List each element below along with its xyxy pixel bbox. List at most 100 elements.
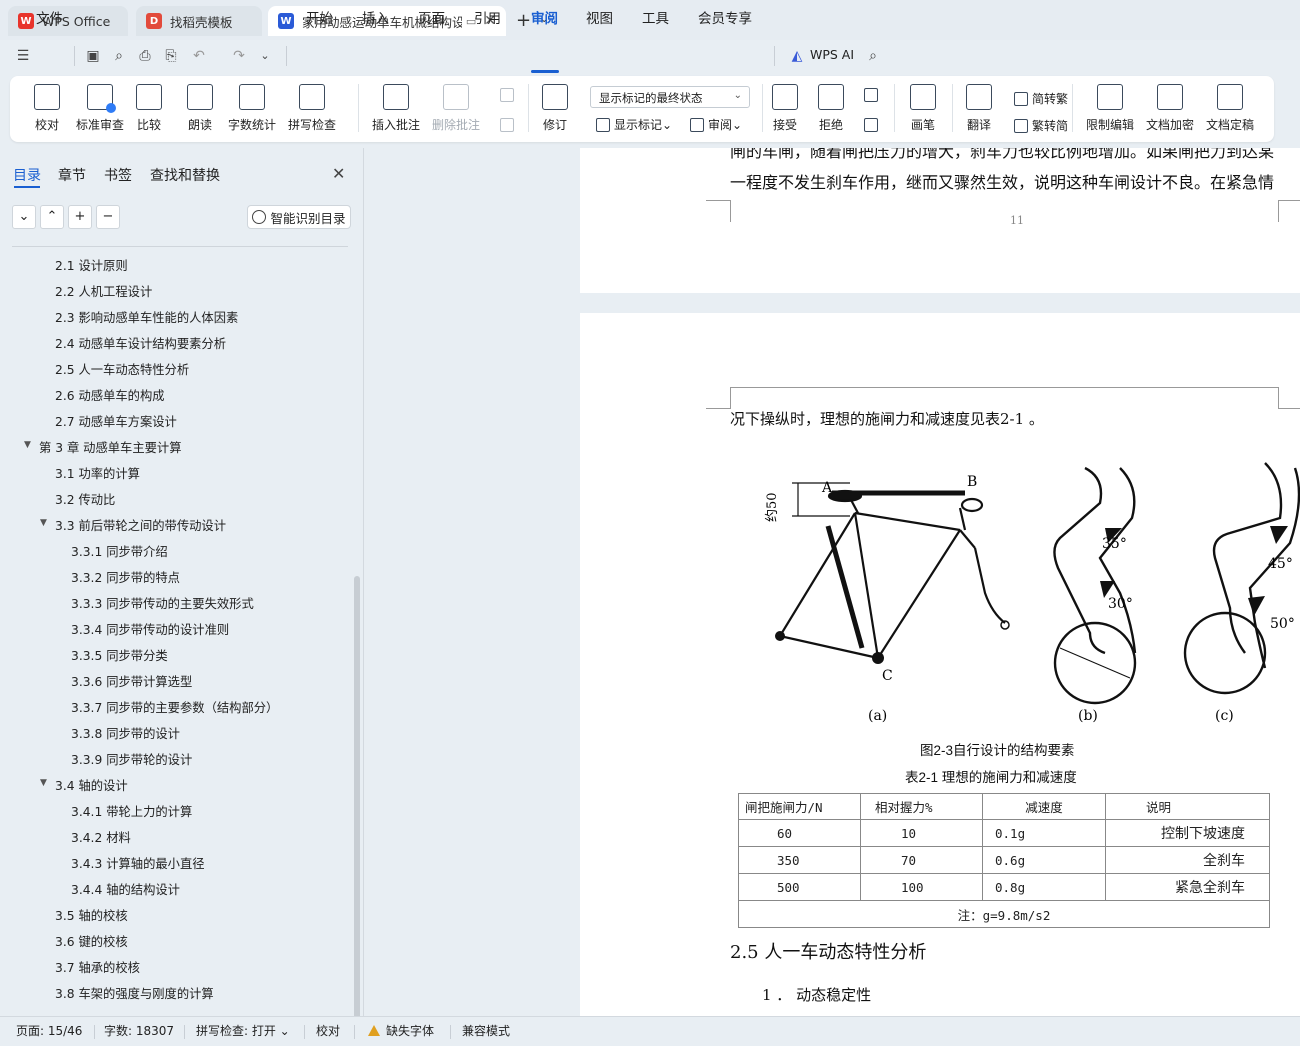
translate-button[interactable]: 翻译 — [966, 84, 992, 133]
toc-item[interactable]: 3.8 车架的强度与刚度的计算 — [55, 984, 214, 1002]
search-icon[interactable]: ⌕ — [864, 47, 882, 65]
print-icon[interactable]: ⎙ — [136, 47, 154, 65]
menu-view[interactable]: 视图 — [586, 7, 613, 27]
toc-item[interactable]: 2.4 动感单车设计结构要素分析 — [55, 334, 226, 352]
toc-item[interactable]: 3.6 键的校核 — [55, 932, 128, 950]
toc-item[interactable]: 2.3 影响动感单车性能的人体因素 — [55, 308, 238, 326]
print-preview-icon[interactable]: ⎘ — [162, 47, 180, 65]
tab-wps-office[interactable]: W WPS Office — [8, 6, 128, 36]
redo-icon[interactable]: ↷ — [230, 47, 248, 65]
menu-page[interactable]: 页面 — [418, 7, 445, 27]
status-compat-mode[interactable]: 兼容模式 — [462, 1022, 510, 1039]
expand-down-button[interactable]: ⌄ — [12, 205, 36, 229]
toc-item[interactable]: 2.1 设计原则 — [55, 256, 128, 274]
collapse-toggle-icon[interactable]: ▼ — [40, 778, 47, 788]
toc-item[interactable]: 3.4 轴的设计 — [55, 776, 128, 794]
read-aloud-button[interactable]: 朗读 — [187, 84, 213, 133]
doc-encrypt-button[interactable]: 文档加密 — [1146, 84, 1194, 133]
accept-button[interactable]: 接受 — [772, 84, 798, 133]
menu-wps-ai[interactable]: WPS AI — [810, 47, 854, 62]
toc-item[interactable]: 3.3.7 同步带的主要参数（结构部分） — [71, 698, 278, 716]
toc-item[interactable]: 3.7 轴承的校核 — [55, 958, 140, 976]
show-markup-button[interactable]: 显示标记 ⌄ — [596, 116, 672, 133]
toc-item[interactable]: 3.3.1 同步带介绍 — [71, 542, 168, 560]
menu-file[interactable]: 文件 — [36, 7, 63, 27]
collapse-toggle-icon[interactable]: ▼ — [40, 518, 47, 528]
delete-comment-button[interactable]: 删除批注 — [432, 84, 480, 133]
standard-review-button[interactable]: 标准审查 — [76, 84, 124, 133]
toc-item[interactable]: 3.4.3 计算轴的最小直径 — [71, 854, 205, 872]
menu-member[interactable]: 会员专享 — [698, 7, 752, 27]
reject-button[interactable]: 拒绝 — [818, 84, 844, 133]
word-count-button[interactable]: 字数统计 — [228, 84, 276, 133]
review-pane-button[interactable]: 审阅 ⌄ — [690, 116, 742, 133]
display-mode-select[interactable]: 显示标记的最终状态 ⌄ — [590, 86, 750, 108]
trad-to-simp-button[interactable]: 繁转简 — [1014, 117, 1068, 134]
toc-item[interactable]: 2.6 动感单车的构成 — [55, 386, 165, 404]
prev-change-icon[interactable] — [864, 88, 882, 102]
tab-docer-templates[interactable]: D 找稻壳模板 — [136, 6, 262, 36]
toc-item[interactable]: 3.4.1 带轮上力的计算 — [71, 802, 192, 820]
insert-comment-button[interactable]: 插入批注 — [372, 84, 420, 133]
doc-finalize-button[interactable]: 文档定稿 — [1206, 84, 1254, 133]
next-change-icon[interactable] — [864, 118, 882, 132]
add-toc-item-button[interactable]: + — [68, 205, 92, 229]
angle-marker — [1270, 526, 1288, 544]
data-table: 闸把施闸力/N 相对握力% 减速度 说明 60 10 0.1g 控制下坡速度 350 70… — [738, 793, 1270, 928]
tab-chapters[interactable]: 章节 — [58, 165, 86, 185]
toc-item[interactable]: 3.3.8 同步带的设计 — [71, 724, 180, 742]
simp-to-trad-button[interactable]: 简转繁 — [1014, 90, 1068, 107]
toc-item[interactable]: 3.3.5 同步带分类 — [71, 646, 168, 664]
tab-find-replace[interactable]: 查找和替换 — [150, 165, 220, 185]
status-word-count[interactable]: 字数: 18307 — [104, 1022, 174, 1039]
tab-toc[interactable]: 目录 — [13, 165, 41, 185]
toc-item[interactable]: 3.5 轴的校核 — [55, 906, 128, 924]
toc-item[interactable]: 2.2 人机工程设计 — [55, 282, 152, 300]
figure-caption: 图2-3自行设计的结构要素 — [920, 743, 1075, 758]
menu-tools[interactable]: 工具 — [642, 7, 669, 27]
menu-review[interactable]: 审阅 — [531, 7, 558, 27]
restrict-edit-button[interactable]: 限制编辑 — [1086, 84, 1134, 133]
remove-toc-item-button[interactable]: − — [96, 205, 120, 229]
collapse-up-button[interactable]: ⌃ — [40, 205, 64, 229]
status-missing-font[interactable]: 缺失字体 — [368, 1022, 434, 1039]
hamburger-menu-icon[interactable]: ☰ — [14, 47, 32, 65]
toc-item[interactable]: 3.3.6 同步带计算选型 — [71, 672, 192, 690]
toc-item[interactable]: 3.1 功率的计算 — [55, 464, 140, 482]
track-changes-button[interactable]: 修订 — [542, 84, 568, 133]
status-proofread[interactable]: 校对 — [316, 1022, 340, 1039]
spell-check-button[interactable]: 拼写检查 — [288, 84, 336, 133]
menu-home[interactable]: 开始 — [306, 7, 333, 27]
toc-item[interactable]: 2.7 动感单车方案设计 — [55, 412, 177, 430]
toc-item[interactable]: 3.3.3 同步带传动的主要失效形式 — [71, 594, 254, 612]
toc-scrollbar[interactable] — [354, 576, 360, 1016]
undo-icon[interactable]: ↶ — [190, 47, 208, 65]
pen-button[interactable]: 画笔 — [910, 84, 936, 133]
toc-item[interactable]: 3.4.2 材料 — [71, 828, 131, 846]
toc-item[interactable]: 3.3.4 同步带传动的设计准则 — [71, 620, 229, 638]
toc-item[interactable]: 第 3 章 动感单车主要计算 — [39, 438, 182, 456]
save-icon[interactable]: ▣ — [84, 47, 102, 65]
export-icon[interactable]: ⌕ — [110, 47, 128, 65]
menu-insert[interactable]: 插入 — [362, 7, 389, 27]
spell-check-icon — [299, 84, 325, 110]
toc-item[interactable]: 3.2 传动比 — [55, 490, 115, 508]
toc-item[interactable]: 3.3 前后带轮之间的带传动设计 — [55, 516, 226, 534]
tab-bookmarks[interactable]: 书签 — [104, 165, 132, 185]
close-icon[interactable]: ✕ — [332, 164, 345, 183]
toc-item[interactable]: 3.4.4 轴的结构设计 — [71, 880, 180, 898]
quick-access-more-icon[interactable]: ⌄ — [256, 47, 274, 65]
toc-item[interactable]: 3.3.2 同步带的特点 — [71, 568, 180, 586]
next-comment-icon[interactable] — [500, 118, 518, 132]
proofread-button[interactable]: 校对 — [34, 84, 60, 133]
status-spell-check[interactable]: 拼写检查: 打开 ⌄ — [196, 1022, 290, 1039]
new-tab-icon[interactable]: + — [516, 10, 531, 31]
toc-item[interactable]: 2.5 人一车动态特性分析 — [55, 360, 189, 378]
toc-item[interactable]: 3.3.9 同步带轮的设计 — [71, 750, 192, 768]
smart-toc-button[interactable]: 智能识别目录 — [247, 205, 351, 229]
status-page[interactable]: 页面: 15/46 — [16, 1022, 82, 1039]
prev-comment-icon[interactable] — [500, 88, 518, 102]
compare-button[interactable]: 比较 — [136, 84, 162, 133]
menu-references[interactable]: 引用 — [474, 7, 501, 27]
collapse-toggle-icon[interactable]: ▼ — [24, 440, 31, 450]
